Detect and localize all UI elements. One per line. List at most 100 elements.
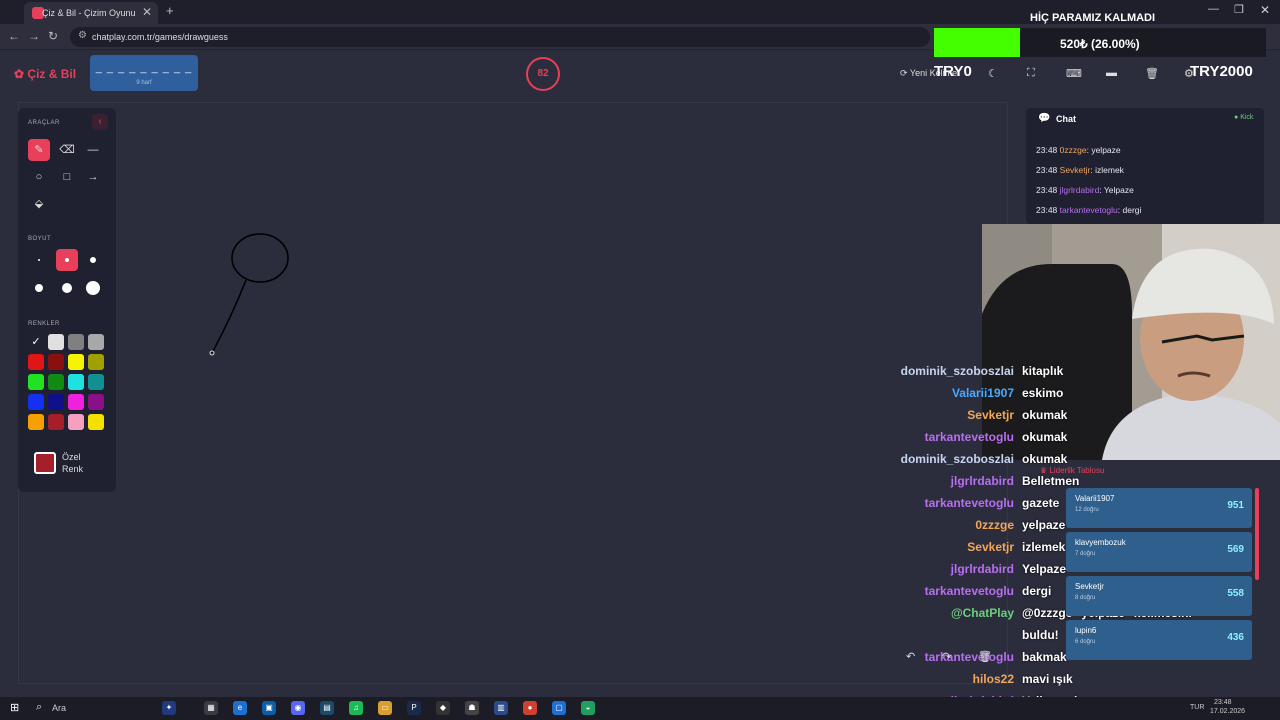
color-swatch[interactable] <box>68 374 84 390</box>
reload-icon[interactable]: ↻ <box>48 29 58 43</box>
brush-size-3[interactable] <box>82 249 104 271</box>
window-close-icon[interactable]: ✕ <box>1260 3 1270 17</box>
color-swatch[interactable] <box>48 354 64 370</box>
color-swatch[interactable] <box>68 354 84 370</box>
fullscreen-icon[interactable]: ⛶ <box>1027 67 1035 80</box>
color-swatch[interactable] <box>88 414 104 430</box>
language-indicator[interactable]: TUR <box>1190 704 1204 711</box>
leaderboard-name: klavyembozuk <box>1075 538 1126 547</box>
chrome-icon[interactable]: ● <box>523 701 537 715</box>
circle-tool-icon[interactable]: ○ <box>28 166 50 188</box>
collapse-tools-button[interactable]: ‹ <box>92 114 108 130</box>
stroke-line <box>211 279 247 354</box>
app-header: ✿ Çiz & Bil _ _ _ _ _ _ _ _ _ 9 harf 82 … <box>0 50 1280 100</box>
color-swatch[interactable] <box>28 414 44 430</box>
discord-icon[interactable]: ◉ <box>291 701 305 715</box>
chat-user[interactable]: Sevketjr <box>1060 165 1091 175</box>
leaderboard-row: klavyembozuk 7 doğru 569 <box>1066 532 1252 572</box>
leaderboard-sub: 6 doğru <box>1075 639 1096 645</box>
browser-app-icon[interactable]: ▢ <box>552 701 566 715</box>
fill-bucket-icon[interactable]: ⬙ <box>28 193 50 215</box>
brush-size-2[interactable] <box>56 249 78 271</box>
drawing-canvas[interactable] <box>18 102 1008 684</box>
leaderboard-scrollbar[interactable] <box>1255 488 1259 580</box>
taskbar-search[interactable]: Ara <box>52 703 66 713</box>
chat-user[interactable]: 0zzzge <box>1060 145 1087 155</box>
stream-chat-message: dergi <box>1022 584 1052 598</box>
photoshop-icon[interactable]: P <box>407 701 421 715</box>
stream-chat-message: buldu! <box>1022 628 1059 642</box>
keyboard-icon[interactable]: ⌨ <box>1066 67 1082 80</box>
color-swatch[interactable]: ✓ <box>28 334 44 350</box>
color-swatch[interactable] <box>88 374 104 390</box>
stream-chat-message: yelpaze <box>1022 518 1066 532</box>
brush-size-4[interactable] <box>28 277 50 299</box>
custom-color-label: Özel <box>62 452 81 462</box>
color-swatch[interactable] <box>48 414 64 430</box>
stream-chat-row: Sevketjr okumak <box>880 408 1280 428</box>
drawing-strokes <box>209 233 289 356</box>
search-icon[interactable]: ⌕ <box>36 701 42 714</box>
chat-user[interactable]: jlgrlrdabird <box>1060 185 1100 195</box>
window-maximize-icon[interactable]: ❐ <box>1234 3 1244 16</box>
site-info-icon[interactable]: ⚙ <box>78 30 87 41</box>
edge-icon[interactable]: e <box>233 701 247 715</box>
dark-mode-icon[interactable]: ☾ <box>988 67 998 80</box>
back-icon[interactable]: ← <box>8 29 20 43</box>
color-swatch[interactable] <box>68 394 84 410</box>
brush-size-1[interactable] <box>28 249 50 271</box>
tv-app-icon[interactable]: ▥ <box>494 701 508 715</box>
clear-icon[interactable]: ▬ <box>1106 67 1117 79</box>
color-swatch[interactable] <box>48 374 64 390</box>
redo-icon[interactable]: ↷ <box>942 650 951 663</box>
rectangle-tool-icon[interactable]: □ <box>56 166 78 188</box>
color-swatch[interactable] <box>68 414 84 430</box>
color-swatch[interactable] <box>48 394 64 410</box>
app-icon[interactable]: ▤ <box>320 701 334 715</box>
url-input[interactable]: ⚙ chatplay.com.tr/games/drawguess <box>70 27 930 47</box>
color-swatch[interactable] <box>48 334 64 350</box>
app-icon-2[interactable]: ☗ <box>465 701 479 715</box>
brush-size-5[interactable] <box>56 277 78 299</box>
tab-close-icon[interactable]: ✕ <box>142 5 152 19</box>
stream-chat-message: kitaplık <box>1022 364 1064 378</box>
chat-user[interactable]: tarkantevetoglu <box>1060 205 1118 215</box>
chat-time: 23:48 <box>1036 165 1058 175</box>
folder-icon[interactable]: ▭ <box>378 701 392 715</box>
kick-status: ● Kick <box>1234 114 1254 121</box>
custom-color-button[interactable]: Özel Renk <box>26 450 112 480</box>
arrow-tool-icon[interactable]: → <box>82 166 104 188</box>
new-tab-button[interactable]: + <box>166 3 174 18</box>
line-tool-icon[interactable]: — <box>82 139 104 161</box>
stream-chat-user: dominik_szoboszlai <box>900 452 1014 466</box>
custom-color-swatch <box>34 452 56 474</box>
trash-icon[interactable]: 🗑 <box>1145 67 1159 80</box>
color-swatch[interactable] <box>28 394 44 410</box>
spotify-icon[interactable]: ♫ <box>349 701 363 715</box>
color-swatch[interactable] <box>88 354 104 370</box>
color-swatch[interactable] <box>88 334 104 350</box>
color-swatch[interactable] <box>88 394 104 410</box>
copilot-icon[interactable]: ✦ <box>162 701 176 715</box>
size-section-label: BOYUT <box>28 236 52 242</box>
forward-icon[interactable]: → <box>28 29 40 43</box>
stream-chat-message: Belletmen <box>1022 474 1080 488</box>
start-icon[interactable]: ⊞ <box>10 701 19 714</box>
chatplay-icon[interactable]: ◒ <box>581 701 595 715</box>
color-swatch[interactable] <box>28 374 44 390</box>
store-icon[interactable]: ▣ <box>262 701 276 715</box>
delete-icon[interactable]: 🗑 <box>978 650 992 663</box>
eraser-tool-icon[interactable]: ⌫ <box>56 139 78 161</box>
pencil-tool-icon[interactable]: ✎ <box>28 139 50 161</box>
task-view-icon[interactable]: ▦ <box>204 701 218 715</box>
undo-icon[interactable]: ↶ <box>906 650 915 663</box>
window-minimize-icon[interactable]: — <box>1208 3 1219 15</box>
game-icon[interactable]: ◆ <box>436 701 450 715</box>
color-swatch[interactable] <box>68 334 84 350</box>
browser-tab[interactable]: Çiz & Bil - Çizim Oyunu ✕ <box>24 2 158 24</box>
leaderboard-sub: 12 doğru <box>1075 507 1099 513</box>
stream-chat-user: @ChatPlay <box>950 606 1014 620</box>
brush-size-6[interactable] <box>82 277 104 299</box>
leaderboard-name: lupin6 <box>1075 626 1097 635</box>
color-swatch[interactable] <box>28 354 44 370</box>
